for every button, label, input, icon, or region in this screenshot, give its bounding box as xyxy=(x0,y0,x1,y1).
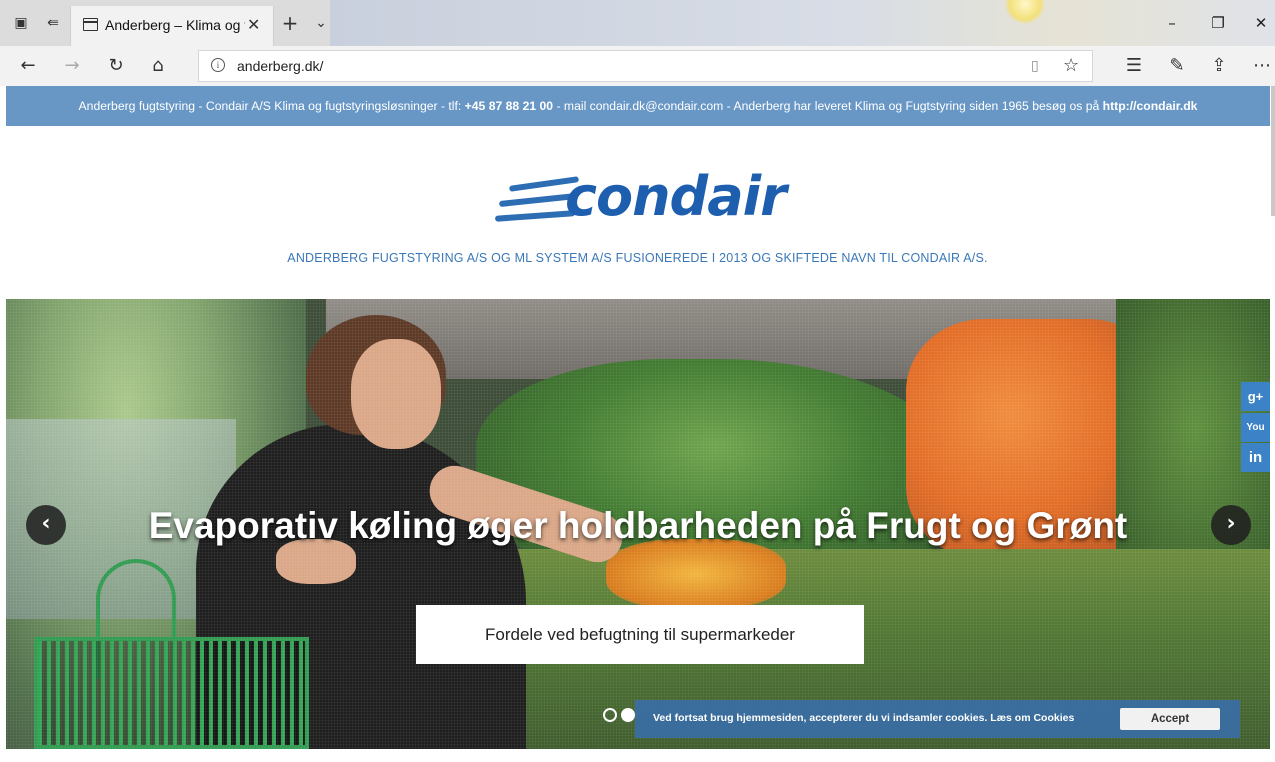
contact-info-bar: Anderberg fugtstyring - Condair A/S Klim… xyxy=(6,86,1270,126)
favorites-hub-icon[interactable]: ☰ xyxy=(1122,54,1146,78)
refresh-icon[interactable]: ↻ xyxy=(104,54,128,78)
infobar-text-before: Anderberg fugtstyring - Condair A/S Klim… xyxy=(78,99,465,113)
linkedin-icon[interactable]: in xyxy=(1241,443,1270,472)
pen-icon[interactable]: ✎ xyxy=(1165,54,1189,78)
hero-headline: Evaporativ køling øger holdbarheden på F… xyxy=(148,505,1128,546)
infobar-text-after: - mail condair.dk@condair.com - Anderber… xyxy=(553,99,1103,113)
home-icon[interactable]: ⌂ xyxy=(146,54,170,78)
hero-slider[interactable]: Evaporativ køling øger holdbarheden på F… xyxy=(6,299,1270,749)
url-text[interactable]: anderberg.dk/ xyxy=(237,58,323,74)
cookie-banner: Ved fortsat brug hjemmesiden, accepterer… xyxy=(635,700,1240,738)
slider-dot-active[interactable] xyxy=(621,708,635,722)
page-scrollbar[interactable] xyxy=(1271,86,1275,216)
restore-icon[interactable]: ❐ xyxy=(1207,12,1229,34)
tagline: ANDERBERG FUGTSTYRING A/S OG ML SYSTEM A… xyxy=(287,251,988,265)
info-icon[interactable]: i xyxy=(211,58,225,72)
window-background xyxy=(330,0,1275,46)
favorite-star-icon[interactable]: ☆ xyxy=(1063,55,1079,76)
infobar-link[interactable]: http://condair.dk xyxy=(1103,99,1198,113)
close-icon[interactable]: ✕ xyxy=(247,15,260,34)
back-icon[interactable]: ← xyxy=(16,54,40,78)
minimize-icon[interactable]: – xyxy=(1161,12,1183,34)
browser-navigation-bar: ← → ↻ ⌂ i anderberg.dk/ ▯ ☆ ☰ ✎ ⇪ ⋯ xyxy=(0,46,1275,86)
forward-icon: → xyxy=(64,55,80,76)
condair-logo[interactable]: condair xyxy=(494,165,787,235)
tab-title: Anderberg – Klima og fugtstyring xyxy=(105,17,245,33)
google-plus-icon[interactable]: g+ xyxy=(1241,382,1270,411)
browser-tab[interactable]: Anderberg – Klima og fugtstyring ✕ xyxy=(70,6,274,46)
chevron-down-icon[interactable]: ⌄ xyxy=(312,14,330,32)
set-aside-tabs-icon[interactable]: ⇚ xyxy=(44,14,62,32)
slider-prev-arrow-icon[interactable]: ‹ xyxy=(26,505,66,545)
logo-wordmark: condair xyxy=(565,165,787,228)
cookie-text[interactable]: Ved fortsat brug hjemmesiden, accepterer… xyxy=(653,712,1074,724)
window-close-icon[interactable]: ✕ xyxy=(1250,12,1272,34)
cookie-accept-button[interactable]: Accept xyxy=(1120,708,1220,730)
infobar-phone: +45 87 88 21 00 xyxy=(464,99,554,113)
share-icon[interactable]: ⇪ xyxy=(1207,54,1231,78)
address-bar[interactable]: i anderberg.dk/ ▯ ☆ xyxy=(198,50,1093,82)
logo-wave-bottom xyxy=(494,210,576,222)
new-tab-icon[interactable]: + xyxy=(281,13,299,33)
hero-cta-button[interactable]: Fordele ved befugtning til supermarkeder xyxy=(416,605,864,664)
browser-tab-strip: ▣ ⇚ Anderberg – Klima og fugtstyring ✕ +… xyxy=(0,0,1275,46)
reading-view-icon[interactable]: ▯ xyxy=(1031,58,1039,74)
slider-next-arrow-icon[interactable]: › xyxy=(1211,505,1251,545)
slider-dot[interactable] xyxy=(603,708,617,722)
slider-dots xyxy=(603,707,639,726)
page-icon xyxy=(83,18,98,31)
more-icon[interactable]: ⋯ xyxy=(1250,54,1274,78)
tab-preview-icon[interactable]: ▣ xyxy=(12,14,30,32)
youtube-icon[interactable]: You xyxy=(1241,413,1270,442)
